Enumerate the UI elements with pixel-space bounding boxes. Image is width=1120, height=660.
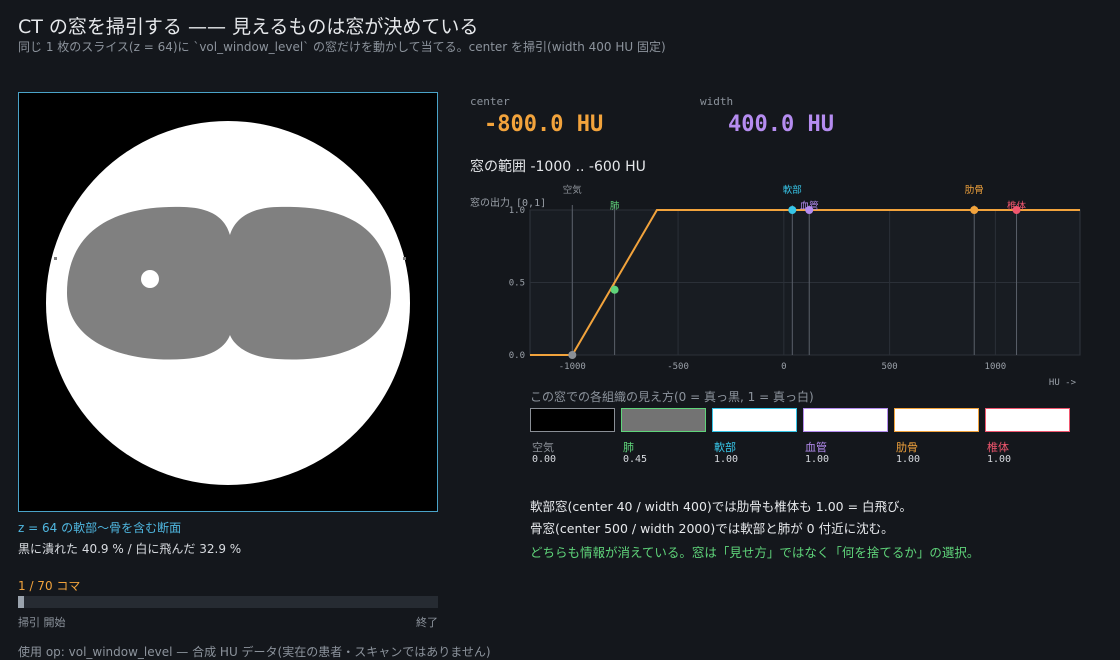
ct-slice-view (18, 92, 438, 512)
swatch-title: この窓での各組織の見え方(0 = 真っ黒, 1 = 真っ白) (530, 390, 814, 404)
width-label: width (700, 95, 734, 108)
y-tick-label: 0.0 (509, 351, 525, 361)
slice-stats: 黒に潰れた 40.9 % / 白に飛んだ 32.9 % (18, 542, 242, 556)
frame-counter: 1 / 70 コマ (18, 579, 81, 593)
marker-label: 血管 (800, 200, 819, 212)
airway-spot (141, 270, 159, 288)
marker-label: 肋骨 (965, 184, 984, 196)
progress-start-label: 掃引 開始 (18, 616, 66, 629)
swatch-0 (530, 408, 615, 432)
edge-speck-right (403, 257, 406, 260)
swatch-label: 軟部 (714, 441, 736, 454)
edge-speck-left (54, 257, 57, 260)
marker-dot (610, 285, 619, 294)
page-title: CT の窓を掃引する —— 見えるものは窓が決めている (18, 16, 479, 38)
width-value: 400.0 HU (728, 112, 834, 137)
swatch-2 (712, 408, 797, 432)
x-tick-label: 500 (881, 362, 897, 372)
sweep-progress-bar[interactable] (18, 596, 438, 608)
swatch-value: 1.00 (805, 454, 830, 465)
x-tick-label: -500 (667, 362, 689, 372)
swatch-label: 空気 (532, 441, 554, 454)
swatch-label: 椎体 (987, 441, 1009, 454)
y-axis-label: 窓の出力 [0,1] (470, 196, 546, 209)
window-range-text: 窓の範囲 -1000 .. -600 HU (470, 159, 646, 175)
sweep-progress-fill (18, 596, 24, 608)
x-tick-label: 1000 (985, 362, 1007, 372)
x-tick-label: 0 (781, 362, 786, 372)
marker-label: 軟部 (783, 184, 802, 196)
marker-dot (788, 206, 797, 214)
swatch-value: 1.00 (714, 454, 739, 465)
center-label: center (470, 95, 510, 108)
note-conclusion: どちらも情報が消えている。窓は「見せ方」ではなく「何を捨てるか」の選択。 (530, 545, 980, 560)
x-axis-label: HU -> (1049, 378, 1077, 385)
center-value: -800.0 HU (484, 112, 604, 137)
ct-slice-image (19, 93, 437, 511)
footer-note: 使用 op: vol_window_level — 合成 HU データ(実在の患… (18, 645, 491, 659)
marker-label: 肺 (610, 201, 620, 212)
marker-label: 空気 (563, 184, 583, 196)
swatch-label: 血管 (805, 441, 827, 454)
swatch-value: 0.45 (623, 454, 648, 465)
swatch-value: 0.00 (532, 454, 557, 465)
swatch-4 (894, 408, 979, 432)
page-subtitle: 同じ 1 枚のスライス(z = 64)に `vol_window_level` … (18, 40, 666, 54)
marker-dot (970, 206, 979, 214)
note-bone-window: 骨窓(center 500 / width 2000)では軟部と肺が 0 付近に… (530, 521, 894, 536)
y-tick-label: 0.5 (509, 279, 525, 289)
swatch-label: 肺 (623, 441, 634, 454)
swatch-label: 肋骨 (896, 441, 918, 454)
swatch-1 (621, 408, 706, 432)
swatch-3 (803, 408, 888, 432)
progress-end-label: 終了 (416, 616, 438, 629)
marker-dot (568, 351, 577, 359)
swatch-value: 1.00 (987, 454, 1012, 465)
marker-label: 椎体 (1007, 200, 1027, 212)
window-transfer-chart: -1000 -500 0 500 10000.00.51.0窓の出力 [0,1]HU -… (470, 184, 1081, 385)
swatch-5 (985, 408, 1070, 432)
swatch-value: 1.00 (896, 454, 921, 465)
slice-caption: z = 64 の軟部〜骨を含む断面 (18, 521, 182, 535)
x-tick-label: -1000 (559, 362, 586, 372)
note-soft-tissue-window: 軟部窓(center 40 / width 400)では肋骨も椎体も 1.00 … (530, 499, 913, 514)
